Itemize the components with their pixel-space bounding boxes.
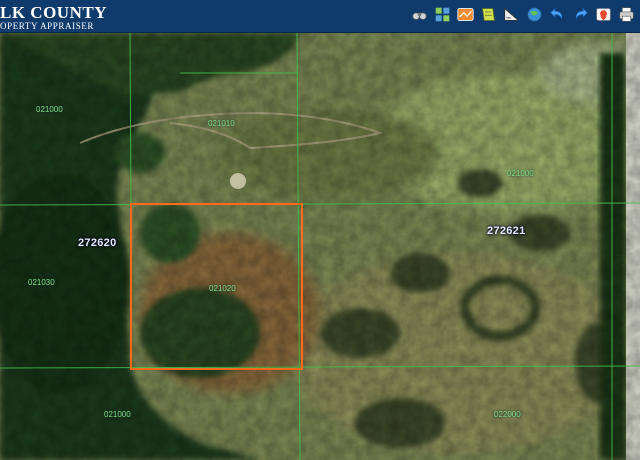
parcel-label[interactable]: 021010	[208, 119, 235, 128]
undo-button[interactable]	[548, 5, 567, 24]
undo-icon	[550, 7, 563, 19]
measure-icon	[504, 7, 520, 21]
section-label-west: 272620	[78, 237, 117, 249]
grid-button[interactable]	[433, 5, 452, 24]
print-icon	[619, 7, 634, 22]
parcel-label[interactable]: 021000	[36, 105, 63, 114]
parcel-label[interactable]: 021000	[104, 410, 131, 419]
redo-icon	[575, 7, 588, 19]
aerial-map-view[interactable]: 272620 272621 021010 021020 021030 02100…	[0, 33, 640, 460]
print-button[interactable]	[617, 5, 636, 24]
orange-map-icon	[457, 8, 474, 21]
layers-icon	[482, 8, 495, 21]
parcel-label[interactable]: 021030	[28, 278, 55, 287]
layers-button[interactable]	[479, 5, 498, 24]
map-pin-button[interactable]	[594, 5, 613, 24]
parcel-label-selected[interactable]: 021020	[209, 284, 236, 293]
globe-icon	[527, 7, 542, 22]
app-subtitle: OPERTY APPRAISER	[0, 21, 94, 31]
parcel-label[interactable]: 022000	[494, 410, 521, 419]
app-title: LK COUNTY	[0, 3, 107, 22]
measure-button[interactable]	[502, 5, 521, 24]
binoculars-button[interactable]	[410, 5, 429, 24]
globe-button[interactable]	[525, 5, 544, 24]
grid-icon	[435, 7, 450, 22]
parcel-label[interactable]: 021000	[507, 169, 534, 178]
map-toolbar	[410, 5, 636, 27]
binoculars-icon	[412, 12, 427, 21]
map-pin-icon	[596, 8, 611, 21]
app-header: LK COUNTY OPERTY APPRAISER	[0, 0, 640, 33]
section-label-east: 272621	[487, 225, 526, 237]
redo-button[interactable]	[571, 5, 590, 24]
orange-map-button[interactable]	[456, 5, 475, 24]
